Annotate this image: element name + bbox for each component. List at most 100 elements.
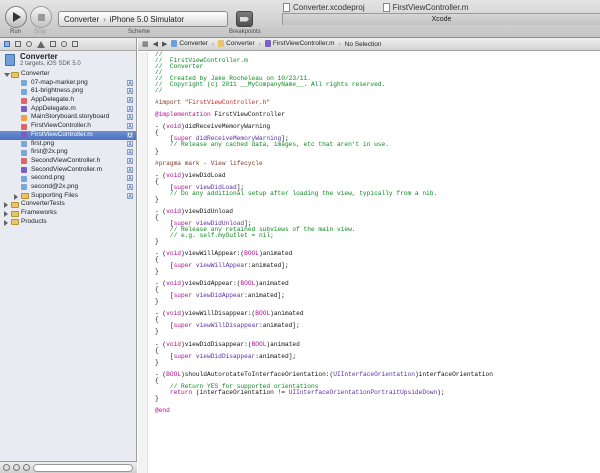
window-tab-file[interactable]: FirstViewController.m: [382, 3, 468, 13]
code-token: super: [173, 352, 196, 360]
h-file-icon: [21, 123, 27, 130]
window-tab-project-label: Converter.xcodeproj: [293, 3, 365, 12]
jump-crumb-symbol[interactable]: No Selection: [345, 41, 382, 48]
symbol-navigator-icon[interactable]: [15, 41, 21, 47]
file-tree-row[interactable]: first@2x.png A: [0, 148, 136, 157]
recent-files-icon[interactable]: [13, 464, 20, 471]
scheme-label: Scheme: [128, 29, 151, 35]
file-tree-row[interactable]: second@2x.png A: [0, 183, 136, 192]
disclosure-triangle-icon[interactable]: [4, 219, 8, 226]
tab-xcode[interactable]: Xcode: [282, 13, 600, 25]
related-files-icon[interactable]: ▦: [142, 40, 149, 48]
run-label: Run: [10, 29, 22, 35]
disclosure-triangle-icon[interactable]: [14, 193, 18, 200]
stop-icon: [37, 13, 45, 21]
search-navigator-icon[interactable]: [26, 41, 32, 47]
code-token: viewWillDisappear: [195, 322, 259, 330]
file-name: FirstViewController.h: [31, 122, 91, 130]
code-token: UIInterfaceOrientation: [333, 370, 415, 378]
code-token: BOOL: [251, 340, 267, 348]
project-crumb-icon: [171, 40, 178, 48]
project-root-row[interactable]: Converter 2 targets, iOS SDK 5.0: [0, 51, 136, 70]
file-tree-row[interactable]: Converter: [0, 70, 136, 79]
code-token: void: [166, 171, 181, 179]
forward-arrow-icon[interactable]: ▶: [162, 40, 167, 48]
jump-crumb-project[interactable]: Converter: [171, 40, 208, 48]
breakpoint-navigator-icon[interactable]: [61, 41, 67, 47]
editor-gutter[interactable]: [138, 52, 148, 473]
project-navigator-icon[interactable]: [4, 41, 10, 47]
jump-crumb-group[interactable]: Converter: [218, 40, 255, 48]
code-token: void: [166, 340, 181, 348]
breakpoints-button[interactable]: [236, 11, 253, 27]
code-token: BOOL: [166, 370, 181, 378]
file-tree-row[interactable]: ConverterTests: [0, 200, 136, 209]
folder-icon: [11, 210, 19, 217]
file-tree-row[interactable]: 07-map-marker.png A: [0, 79, 136, 88]
code-token: )viewWillDisappear:(: [181, 310, 256, 318]
code-token: BOOL: [240, 280, 256, 288]
folder-icon: [11, 219, 19, 226]
file-name: AppDelegate.h: [31, 96, 75, 104]
stop-button[interactable]: [30, 6, 52, 28]
file-name: first@2x.png: [31, 148, 68, 156]
scheme-name: Converter: [64, 14, 100, 24]
file-tree-row[interactable]: AppDelegate.m A: [0, 105, 136, 114]
file-name: Frameworks: [21, 209, 57, 216]
file-tree-row[interactable]: Supporting Files A: [0, 192, 136, 201]
debug-navigator-icon[interactable]: [50, 41, 56, 47]
crumb-label: Converter: [226, 40, 255, 48]
file-tree-row[interactable]: first.png A: [0, 140, 136, 149]
file-tree-row[interactable]: SecondViewController.m A: [0, 166, 136, 175]
run-button[interactable]: [5, 6, 27, 28]
navigator-filter-bar: [0, 461, 137, 473]
code-token: super: [173, 262, 196, 270]
filter-input[interactable]: [33, 463, 133, 472]
file-tree-row[interactable]: FirstViewController.h A: [0, 122, 136, 131]
code-token: UIInterfaceOrientationPortraitUpsideDown: [288, 388, 438, 396]
scm-status-icon[interactable]: [23, 464, 30, 471]
code-text[interactable]: //// FirstViewController.m// Converter//…: [155, 51, 595, 414]
jump-crumb-file[interactable]: FirstViewController.m: [264, 40, 335, 48]
source-editor[interactable]: //// FirstViewController.m// Converter//…: [138, 51, 600, 473]
png-file-icon: [21, 175, 27, 182]
back-arrow-icon[interactable]: ◀: [153, 40, 158, 48]
file-tree-row[interactable]: AppDelegate.h A: [0, 96, 136, 105]
file-tree-row[interactable]: Frameworks: [0, 209, 136, 218]
file-tree-row[interactable]: 61-brightness.png A: [0, 87, 136, 96]
issue-navigator-icon[interactable]: [37, 40, 45, 48]
window-tab-project[interactable]: Converter.xcodeproj: [283, 3, 365, 13]
folder-crumb-icon: [218, 40, 225, 48]
add-file-button[interactable]: [3, 464, 10, 471]
source-file-icon: [382, 3, 390, 13]
code-token: (interfaceOrientation !=: [195, 388, 289, 396]
disclosure-triangle-icon[interactable]: [4, 211, 8, 217]
file-name: MainStoryboard.storyboard: [31, 113, 110, 121]
scheme-separator: ›: [103, 14, 106, 24]
file-name: second@2x.png: [31, 182, 79, 190]
code-token: super: [173, 322, 196, 330]
code-line[interactable]: @end: [155, 407, 595, 414]
file-tree-row[interactable]: Products: [0, 218, 136, 227]
file-name: FirstViewController.m: [31, 130, 93, 138]
disclosure-triangle-icon[interactable]: [4, 73, 10, 77]
scm-status-badge: A: [127, 131, 133, 139]
project-navigator: Converter 2 targets, iOS SDK 5.0 Convert…: [0, 38, 137, 473]
code-token: void: [166, 280, 181, 288]
code-token: // Release any cached data, images, etc …: [155, 141, 389, 149]
png-file-icon: [21, 149, 27, 156]
log-navigator-icon[interactable]: [72, 41, 78, 47]
file-tree-row[interactable]: FirstViewController.m A: [0, 130, 136, 140]
code-token: :animated];: [255, 352, 297, 360]
crumb-separator: ›: [211, 40, 215, 48]
file-tree-rows: Converter 07-map-marker.png A 61-brightness…: [0, 70, 136, 226]
code-token: :animated];: [258, 322, 300, 330]
file-tree-row[interactable]: MainStoryboard.storyboard A: [0, 113, 136, 122]
file-tree-row[interactable]: SecondViewController.h A: [0, 157, 136, 166]
disclosure-triangle-icon[interactable]: [4, 202, 8, 209]
scheme-selector[interactable]: Converter › iPhone 5.0 Simulator: [58, 11, 228, 27]
code-token: viewDidAppear: [195, 292, 245, 300]
code-token: void: [166, 250, 181, 258]
crumb-separator: ›: [338, 40, 341, 48]
file-tree-row[interactable]: second.png A: [0, 174, 136, 183]
